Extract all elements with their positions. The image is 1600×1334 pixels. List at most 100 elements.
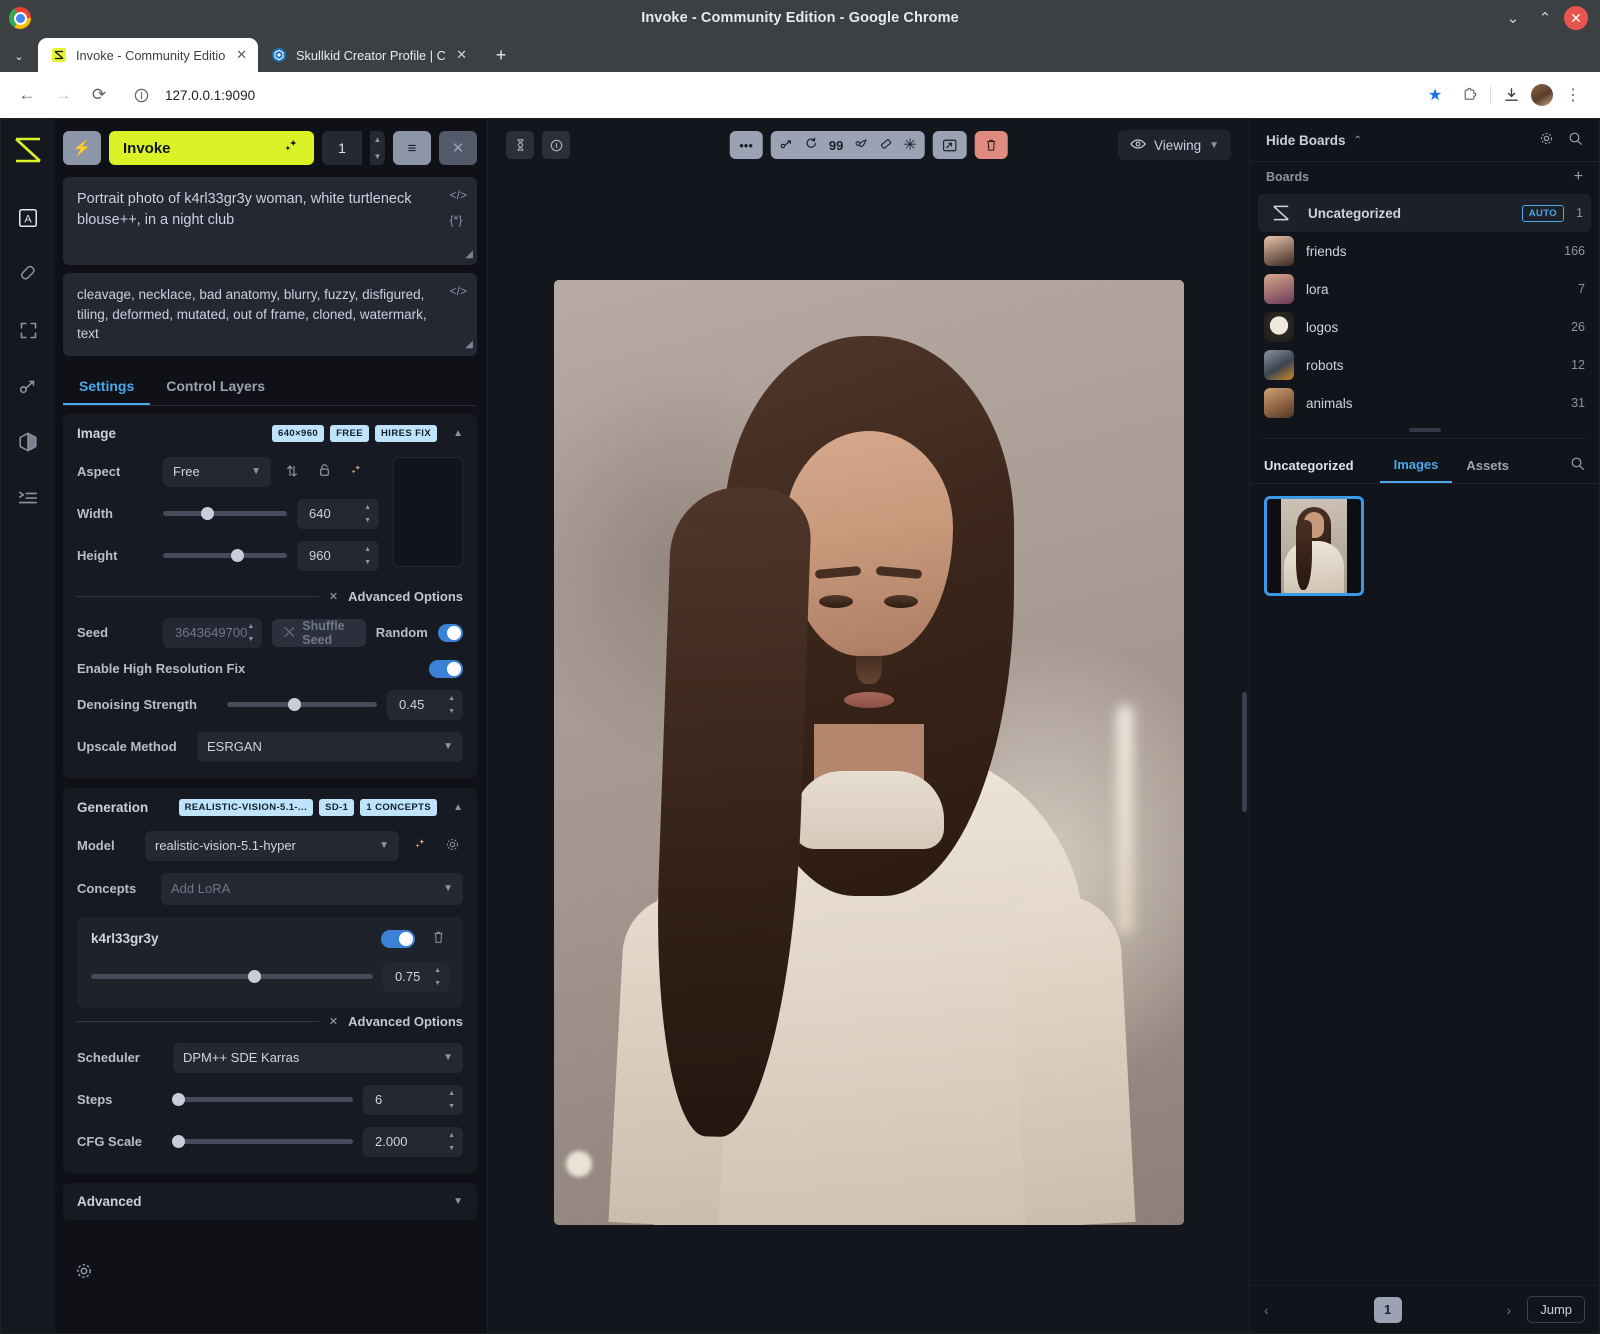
code-icon[interactable]: </> (450, 283, 467, 300)
image-viewport[interactable] (488, 171, 1249, 1333)
sidebar-item-canvas-brush[interactable] (8, 251, 48, 297)
board-row-robots[interactable]: robots 12 (1250, 346, 1599, 384)
jump-button[interactable]: Jump (1527, 1296, 1586, 1323)
profile-avatar[interactable] (1531, 84, 1553, 106)
cfg-input[interactable]: 2.000 ▲ ▼ (363, 1126, 463, 1157)
lora-weight-input[interactable]: 0.75 ▲ ▼ (383, 961, 449, 992)
swap-dimensions-icon[interactable]: ⇅ (281, 463, 303, 480)
address-bar-url[interactable]: 127.0.0.1:9090 (165, 88, 255, 103)
hires-fix-toggle[interactable] (429, 659, 463, 678)
tab-list-chevron-icon[interactable]: ⌄ (0, 40, 38, 72)
gallery-item[interactable] (1264, 496, 1364, 596)
random-seed-toggle[interactable] (437, 623, 463, 642)
scheduler-select[interactable]: DPM++ SDE Karras ▼ (173, 1042, 463, 1073)
bezier-icon[interactable] (779, 136, 794, 154)
model-select[interactable]: realistic-vision-5.1-hyper ▼ (145, 830, 399, 861)
more-options-button[interactable]: ••• (729, 131, 763, 159)
sidebar-item-workflows[interactable] (8, 363, 48, 409)
iterations-input[interactable]: 1 (322, 131, 362, 165)
height-stepper[interactable]: ▲ ▼ (364, 546, 375, 566)
aspect-select[interactable]: Free ▼ (163, 456, 271, 487)
lock-aspect-icon[interactable] (313, 463, 335, 480)
site-info-icon[interactable] (128, 82, 154, 108)
delete-button[interactable] (974, 131, 1008, 159)
queue-button[interactable]: ≡ (393, 131, 431, 165)
invoke-button[interactable]: Invoke (109, 131, 314, 165)
close-tab-icon[interactable]: ✕ (456, 47, 467, 63)
invoke-logo-icon[interactable] (12, 135, 44, 165)
cfg-slider[interactable] (171, 1135, 353, 1149)
height-input[interactable]: 960 ▲ ▼ (297, 540, 379, 571)
denoise-slider[interactable] (227, 698, 377, 712)
browser-tab-civitai[interactable]: Skullkid Creator Profile | Civit ✕ (258, 38, 478, 72)
close-tab-icon[interactable]: ✕ (236, 47, 247, 63)
model-gear-icon[interactable] (441, 837, 463, 855)
board-row-animals[interactable]: animals 31 (1250, 384, 1599, 422)
prev-page-button[interactable]: ‹ (1264, 1302, 1269, 1318)
board-row-logos[interactable]: logos 26 (1250, 308, 1599, 346)
width-slider[interactable] (163, 507, 287, 521)
denoise-stepper[interactable]: ▲ ▼ (448, 695, 459, 715)
negative-prompt-textarea[interactable]: cleavage, necklace, bad anatomy, blurry,… (63, 273, 477, 356)
image-advanced-toggle[interactable]: ✕ Advanced Options (77, 589, 463, 604)
chrome-menu-icon[interactable]: ⋮ (1558, 80, 1588, 110)
back-button[interactable]: ← (12, 80, 42, 110)
chevron-up-icon[interactable]: ▲ (453, 802, 463, 813)
chevron-down-icon[interactable]: ▼ (453, 1196, 463, 1207)
steps-input[interactable]: 6 ▲ ▼ (363, 1084, 463, 1115)
shuffle-seed-button[interactable]: ⤬ Shuffle Seed (272, 618, 366, 647)
board-row-friends[interactable]: friends 166 (1250, 232, 1599, 270)
lora-weight-slider[interactable] (91, 970, 373, 984)
add-lora-select[interactable]: Add LoRA ▼ (161, 872, 463, 905)
eraser-icon[interactable] (878, 136, 893, 154)
browser-tab-invoke[interactable]: Invoke - Community Edition ✕ (38, 38, 258, 72)
add-board-icon[interactable]: + (1574, 168, 1583, 186)
fit-to-screen-button[interactable] (932, 131, 967, 159)
wildcard-icon[interactable]: {*} (450, 212, 467, 229)
positive-prompt-textarea[interactable]: Portrait photo of k4rl33gr3y woman, whit… (63, 177, 477, 265)
iterations-stepper[interactable]: ▲ ▼ (370, 131, 385, 165)
steps-slider[interactable] (171, 1093, 353, 1107)
search-icon[interactable] (1570, 456, 1585, 474)
viewport-scrollbar[interactable] (1242, 692, 1247, 812)
info-icon[interactable] (542, 131, 570, 159)
code-icon[interactable]: </> (450, 187, 467, 204)
board-row-lora[interactable]: lora 7 (1250, 270, 1599, 308)
board-row-uncategorized[interactable]: Uncategorized AUTO 1 (1258, 194, 1591, 232)
extensions-puzzle-icon[interactable] (1455, 80, 1485, 110)
generation-advanced-toggle[interactable]: ✕ Advanced Options (77, 1014, 463, 1029)
seed-input[interactable]: 3643649700 ▲ ▼ (163, 617, 263, 648)
hourglass-icon[interactable] (506, 131, 534, 159)
lora-enable-toggle[interactable] (381, 929, 415, 948)
gear-icon[interactable] (1539, 131, 1554, 149)
next-page-button[interactable]: › (1507, 1302, 1512, 1318)
search-icon[interactable] (1568, 131, 1583, 149)
upscale-method-select[interactable]: ESRGAN ▼ (197, 731, 463, 762)
asterisk-icon[interactable]: ✳ (903, 135, 916, 155)
rotate-icon[interactable] (804, 136, 819, 154)
minimize-button[interactable]: ⌄ (1500, 5, 1526, 31)
trash-icon[interactable] (427, 930, 449, 947)
generation-card-header[interactable]: Generation REALISTIC-VISION-5.1-... SD-1… (63, 788, 477, 827)
denoise-input[interactable]: 0.45 ▲ ▼ (387, 689, 463, 720)
advanced-card-header[interactable]: Advanced ▼ (63, 1183, 477, 1220)
resize-handle-icon[interactable]: ◢ (465, 248, 473, 263)
cancel-button[interactable]: ✕ (439, 131, 477, 165)
tab-control-layers[interactable]: Control Layers (150, 368, 281, 405)
maximize-button[interactable]: ⌃ (1532, 5, 1558, 31)
sidebar-item-upscale-expand[interactable] (8, 307, 48, 353)
tab-assets[interactable]: Assets (1452, 448, 1523, 482)
quick-invoke-button[interactable]: ⚡ (63, 131, 101, 165)
new-tab-button[interactable]: + (486, 40, 516, 70)
leaf-icon[interactable] (853, 136, 868, 154)
chevron-up-icon[interactable]: ⌃ (1354, 135, 1362, 146)
close-window-button[interactable]: ✕ (1564, 6, 1588, 30)
resize-handle-icon[interactable]: ◢ (465, 338, 473, 353)
image-card-header[interactable]: Image 640×960 FREE HIRES FIX ▲ (63, 414, 477, 453)
cfg-stepper[interactable]: ▲ ▼ (448, 1132, 459, 1152)
downloads-icon[interactable] (1496, 80, 1526, 110)
app-settings-gear-icon[interactable] (75, 1262, 93, 1285)
sidebar-item-models-cube[interactable] (8, 419, 48, 465)
settings-scroll-area[interactable]: Image 640×960 FREE HIRES FIX ▲ Aspect Fr… (63, 406, 477, 1333)
lora-weight-stepper[interactable]: ▲ ▼ (434, 967, 445, 987)
